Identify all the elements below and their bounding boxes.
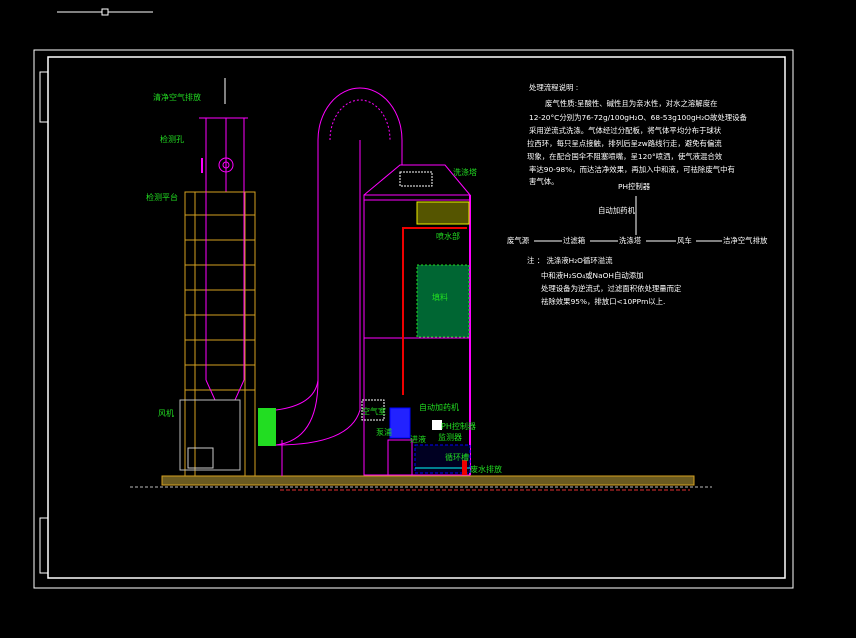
exhaust-stack — [199, 117, 248, 192]
binding-mark-top — [39, 71, 49, 123]
label-monitor: 监测器 — [438, 432, 462, 442]
duct — [275, 87, 403, 446]
pump-base — [387, 439, 413, 476]
stack-body — [205, 192, 245, 401]
inner-frame — [47, 56, 786, 579]
flow-step: 风车 — [677, 236, 692, 245]
flow-step: 洁净空气排放 — [723, 236, 768, 245]
note-line: 中和液H₂SO₄或NaOH自动添加 — [541, 271, 644, 280]
access-door — [399, 171, 433, 187]
demister — [416, 201, 470, 225]
label-clean-air: 清净空气排放 — [153, 92, 201, 102]
label-packing: 填料 — [432, 292, 448, 302]
note-line: 处理设备为逆流式，过滤面积依处理量而定 — [541, 284, 682, 293]
label-spray: 喷水部 — [436, 231, 460, 241]
description-line: 废气性质:呈酸性、碱性且为亲水性，对水之溶解度在 — [545, 99, 717, 108]
scale-handle[interactable] — [101, 8, 109, 16]
flow-dosing: 自动加药机 — [598, 206, 636, 215]
description-title: 处理流程说明 : — [529, 83, 578, 92]
drain-valve — [462, 460, 467, 475]
description-line: 率达90-98%，而达洁净效果，再加入中和液，可祛除废气中有 — [529, 165, 735, 174]
flow-step: 洗涤塔 — [619, 236, 642, 245]
label-pump: 泵浦 — [376, 427, 392, 437]
cad-drawing: 清净空气排放 检测孔 检测平台 风机 洗涤塔 喷水部 填料 空气室 泵浦 自动加… — [33, 8, 794, 589]
description-line: 害气体。 — [529, 177, 559, 186]
label-auto-dosing: 自动加药机 — [419, 402, 459, 412]
binding-mark-bottom — [39, 517, 49, 574]
flow-step: 废气源 — [507, 236, 530, 245]
note-line: 注 ： 洗涤液H₂O循环溢流 — [527, 256, 613, 265]
label-scrubber: 洗涤塔 — [453, 167, 477, 177]
label-wastewater: 废水排放 — [470, 464, 502, 474]
label-ph-controller: PH控制器 — [441, 421, 476, 431]
description-line: 采用逆流式洗涤。气体经过分配板，将气体平均分布于球状 — [529, 126, 722, 135]
foundation — [161, 475, 695, 486]
flow-step: 过滤箱 — [563, 236, 585, 245]
description-line: 拉西环，每只呈点接触，排列后呈zw路线行走，避免有偏流 — [527, 139, 722, 148]
label-tank: 循环槽 — [445, 452, 469, 462]
label-air-chamber: 空气室 — [362, 406, 386, 416]
description-line: 12-20°C分别为76-72g/100gH₂O、68-53g100gH₂O故处… — [529, 113, 748, 122]
description-line: 现象，在配合国伞不阻塞喷嘴，呈120°喷洒，使气液混合效 — [527, 152, 723, 161]
label-platform: 检测平台 — [146, 192, 178, 202]
label-fan: 风机 — [158, 408, 174, 418]
pump — [389, 407, 411, 439]
note-line: 祛除效果95%，排放口<10PPm以上. — [541, 297, 665, 306]
flow-ph: PH控制器 — [618, 182, 651, 191]
label-inspection-hole: 检测孔 — [160, 134, 184, 144]
label-inlet: 进液 — [410, 434, 426, 444]
